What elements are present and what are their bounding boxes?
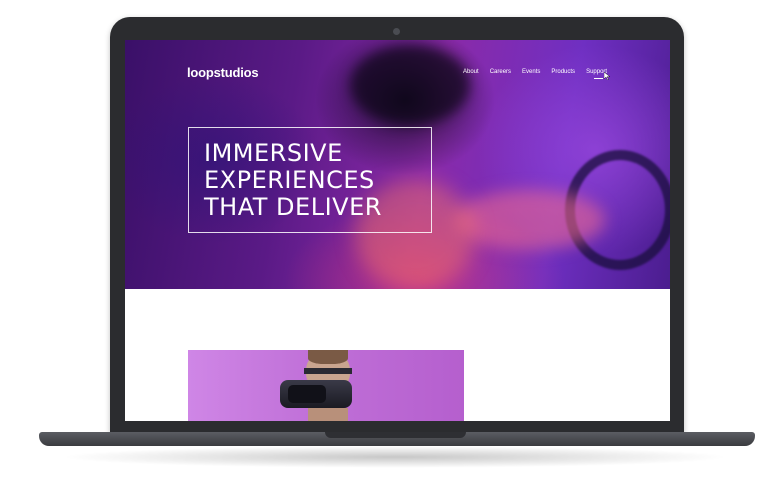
hero-photo-arm (455, 190, 605, 250)
laptop-base-notch (325, 432, 466, 438)
hero-headline-line-1: IMMERSIVE (204, 139, 343, 167)
hero-headline-box: IMMERSIVE EXPERIENCES THAT DELIVER (188, 127, 432, 233)
laptop-screen: loopstudios About Careers Events Product… (125, 40, 670, 421)
vr-headset-strap (304, 368, 352, 374)
nav-link-events[interactable]: Events (522, 69, 540, 75)
vr-person-hair (308, 350, 348, 364)
main-nav: About Careers Events Products Support (463, 69, 607, 79)
hero-section: loopstudios About Careers Events Product… (125, 40, 670, 289)
vr-headset-image (188, 350, 464, 421)
hero-headline-line-2: EXPERIENCES (204, 166, 375, 194)
vr-person-neck (308, 408, 348, 421)
nav-link-careers[interactable]: Careers (490, 69, 511, 75)
vr-headset-visor (288, 385, 326, 403)
mouse-pointer-icon (604, 72, 611, 80)
nav-link-about[interactable]: About (463, 69, 479, 75)
nav-link-products[interactable]: Products (551, 69, 575, 75)
camera-icon (393, 28, 400, 35)
hero-headline: IMMERSIVE EXPERIENCES THAT DELIVER (204, 140, 382, 221)
site-logo[interactable]: loopstudios (187, 65, 259, 80)
hero-photo-figure-head (350, 45, 470, 125)
laptop-shadow (60, 446, 730, 468)
nav-hover-underline (594, 78, 604, 79)
hero-headline-line-3: THAT DELIVER (204, 193, 382, 221)
mockup-stage: loopstudios About Careers Events Product… (0, 0, 781, 486)
